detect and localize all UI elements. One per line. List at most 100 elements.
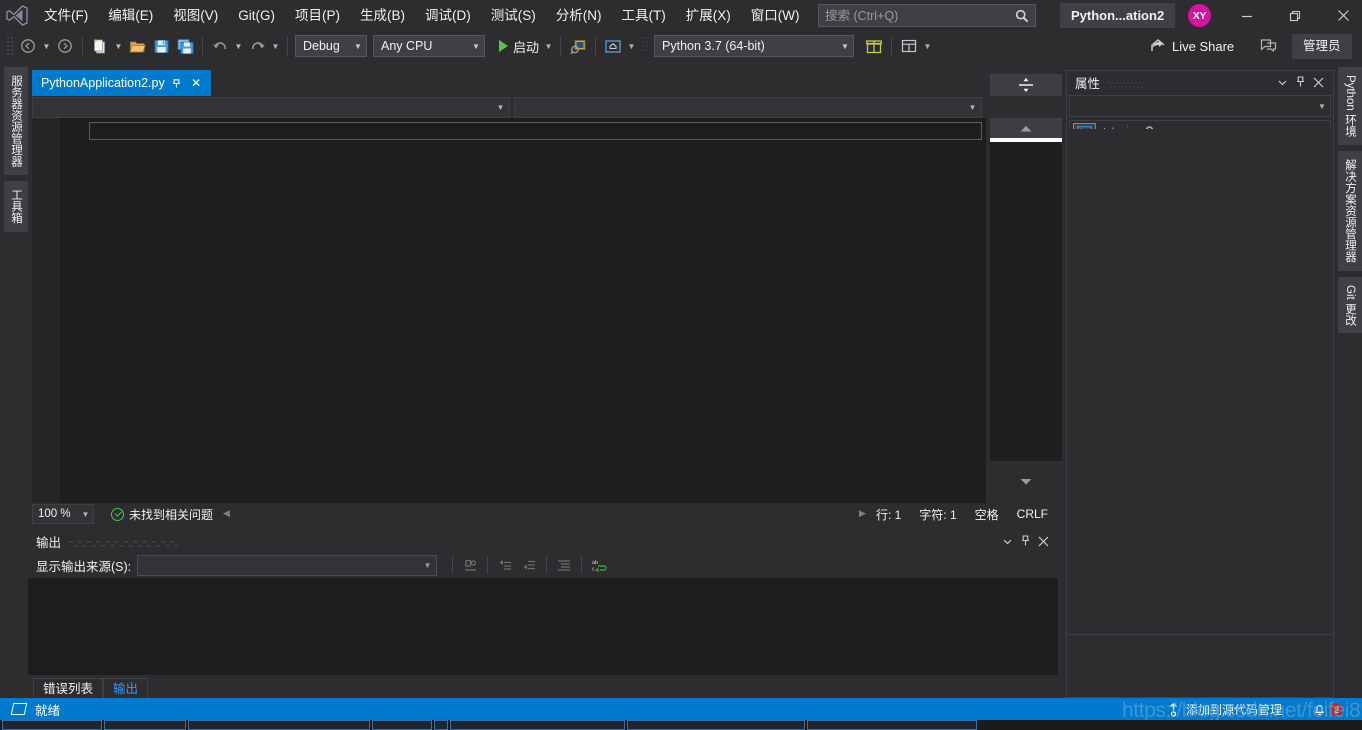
indentation-indicator[interactable]: 空格 <box>975 506 999 523</box>
pin-icon[interactable] <box>1291 72 1309 92</box>
redo-dropdown-icon[interactable]: ▼ <box>269 34 282 58</box>
chevron-down-icon[interactable] <box>998 531 1016 551</box>
menu-item-window[interactable]: 窗口(W) <box>741 0 810 31</box>
zoom-level-combo[interactable]: 100 % ▼ <box>32 504 94 524</box>
redo-icon[interactable] <box>245 34 269 58</box>
vtab-python-environments[interactable]: Python 环境 <box>1338 67 1362 145</box>
navigation-bar-left-combo[interactable]: ▼ <box>32 96 510 118</box>
menu-item-extensions[interactable]: 扩展(X) <box>676 0 741 31</box>
tab-error-list[interactable]: 错误列表 <box>33 678 104 698</box>
live-share-button[interactable]: Live Share <box>1150 35 1234 57</box>
chevron-down-icon[interactable]: ▼ <box>964 103 981 112</box>
close-icon[interactable]: ✕ <box>188 73 205 93</box>
chevron-down-icon[interactable]: ▼ <box>350 42 366 51</box>
taskbar-item[interactable] <box>450 720 625 730</box>
taskbar-item[interactable] <box>627 720 805 730</box>
pin-icon[interactable] <box>1016 531 1034 551</box>
toggle-word-wrap-icon[interactable]: ab c <box>587 554 611 576</box>
taskbar-item[interactable] <box>2 720 102 730</box>
line-ending-indicator[interactable]: CRLF <box>1017 507 1048 521</box>
navigate-forward-button[interactable] <box>53 34 77 58</box>
attach-process-icon[interactable] <box>566 34 590 58</box>
undo-dropdown-icon[interactable]: ▼ <box>232 34 245 58</box>
menu-item-edit[interactable]: 编辑(E) <box>98 0 163 31</box>
panel-drag-dots[interactable] <box>69 537 990 547</box>
taskbar-item[interactable] <box>434 720 448 730</box>
toolbar-grip[interactable] <box>4 35 16 57</box>
window-layout-dropdown-icon[interactable]: ▼ <box>921 34 934 58</box>
vtab-toolbox[interactable]: 工具箱 <box>4 181 28 232</box>
solution-platform-combo[interactable]: Any CPU ▼ <box>373 35 485 57</box>
chevron-down-icon[interactable]: ▼ <box>1314 102 1330 111</box>
chevron-down-icon[interactable]: ▼ <box>837 42 853 51</box>
start-dropdown-icon[interactable]: ▼ <box>542 34 555 58</box>
vtab-server-explorer[interactable]: 服务器资源管理器 <box>4 67 28 175</box>
save-icon[interactable] <box>149 34 173 58</box>
window-layout-icon[interactable] <box>897 34 921 58</box>
go-to-previous-message-icon[interactable] <box>493 554 517 576</box>
quick-launch-search[interactable] <box>818 4 1036 27</box>
scroll-left-arrow[interactable]: ◀ <box>223 508 230 519</box>
chevron-down-icon[interactable]: ▼ <box>468 42 484 51</box>
restore-icon[interactable] <box>1272 0 1318 31</box>
output-text-area[interactable] <box>28 578 1058 675</box>
python-interpreter-combo[interactable]: Python 3.7 (64-bit) ▼ <box>654 35 855 57</box>
start-debug-button[interactable]: 启动 <box>493 34 542 58</box>
close-icon[interactable] <box>1320 0 1362 31</box>
preview-icon[interactable] <box>601 34 625 58</box>
taskbar-item[interactable] <box>807 720 977 730</box>
output-source-combo[interactable]: ▼ <box>137 554 438 576</box>
scroll-up-arrow[interactable] <box>990 118 1062 138</box>
scroll-right-arrow[interactable]: ▶ <box>859 508 866 519</box>
feedback-icon[interactable] <box>1256 34 1280 58</box>
toolbar-grip[interactable] <box>640 35 652 57</box>
menu-item-build[interactable]: 生成(B) <box>350 0 415 31</box>
close-icon[interactable] <box>1034 531 1052 551</box>
pin-icon[interactable] <box>168 73 185 93</box>
search-icon[interactable] <box>1009 5 1035 26</box>
minimize-icon[interactable] <box>1224 0 1270 31</box>
taskbar-item[interactable] <box>188 720 370 730</box>
scrollbar-thumb[interactable] <box>990 138 1062 142</box>
chevron-down-icon[interactable] <box>1273 72 1291 92</box>
chevron-down-icon[interactable]: ▼ <box>492 103 509 112</box>
save-all-icon[interactable] <box>173 34 197 58</box>
solution-configuration-combo[interactable]: Debug ▼ <box>295 35 367 57</box>
taskbar-item[interactable] <box>104 720 186 730</box>
chevron-down-icon[interactable]: ▼ <box>78 510 93 519</box>
menu-item-project[interactable]: 项目(P) <box>285 0 350 31</box>
menu-item-test[interactable]: 测试(S) <box>481 0 546 31</box>
menu-item-analyze[interactable]: 分析(N) <box>546 0 612 31</box>
new-project-icon[interactable] <box>88 34 112 58</box>
navigation-bar-right-combo[interactable]: ▼ <box>514 96 982 118</box>
search-input[interactable] <box>819 8 1009 23</box>
extensions-icon[interactable] <box>862 34 886 58</box>
code-editor[interactable] <box>32 118 1062 503</box>
new-project-dropdown-icon[interactable]: ▼ <box>112 34 125 58</box>
navigate-backward-button[interactable] <box>16 34 40 58</box>
chevron-down-icon[interactable]: ▼ <box>419 561 436 570</box>
panel-drag-dots[interactable] <box>1108 78 1265 88</box>
editor-code-content[interactable] <box>89 122 982 140</box>
properties-grid[interactable] <box>1068 129 1332 634</box>
navigate-backward-dropdown-icon[interactable]: ▼ <box>40 34 53 58</box>
scroll-down-arrow[interactable] <box>990 461 1062 503</box>
tab-output[interactable]: 输出 <box>103 678 149 698</box>
properties-object-selector[interactable]: ▼ <box>1069 95 1331 117</box>
editor-horizontal-scrollbar[interactable]: ◀ ▶ <box>223 507 866 521</box>
document-tab-pythonapplication2[interactable]: PythonApplication2.py ✕ <box>32 70 211 96</box>
taskbar-item[interactable] <box>372 720 432 730</box>
editor-vertical-scrollbar[interactable] <box>990 138 1062 461</box>
avatar[interactable]: XY <box>1188 4 1211 27</box>
clear-output-icon[interactable] <box>458 554 482 576</box>
vtab-solution-explorer[interactable]: 解决方案资源管理器 <box>1338 151 1362 271</box>
preview-dropdown-icon[interactable]: ▼ <box>625 34 638 58</box>
menu-item-git[interactable]: Git(G) <box>228 0 285 31</box>
menu-item-file[interactable]: 文件(F) <box>34 0 98 31</box>
open-file-icon[interactable] <box>125 34 149 58</box>
split-view-icon[interactable] <box>990 74 1062 96</box>
go-to-next-message-icon[interactable] <box>517 554 541 576</box>
menu-item-view[interactable]: 视图(V) <box>163 0 228 31</box>
menu-item-tools[interactable]: 工具(T) <box>612 0 676 31</box>
toggle-all-messages-icon[interactable] <box>552 554 576 576</box>
